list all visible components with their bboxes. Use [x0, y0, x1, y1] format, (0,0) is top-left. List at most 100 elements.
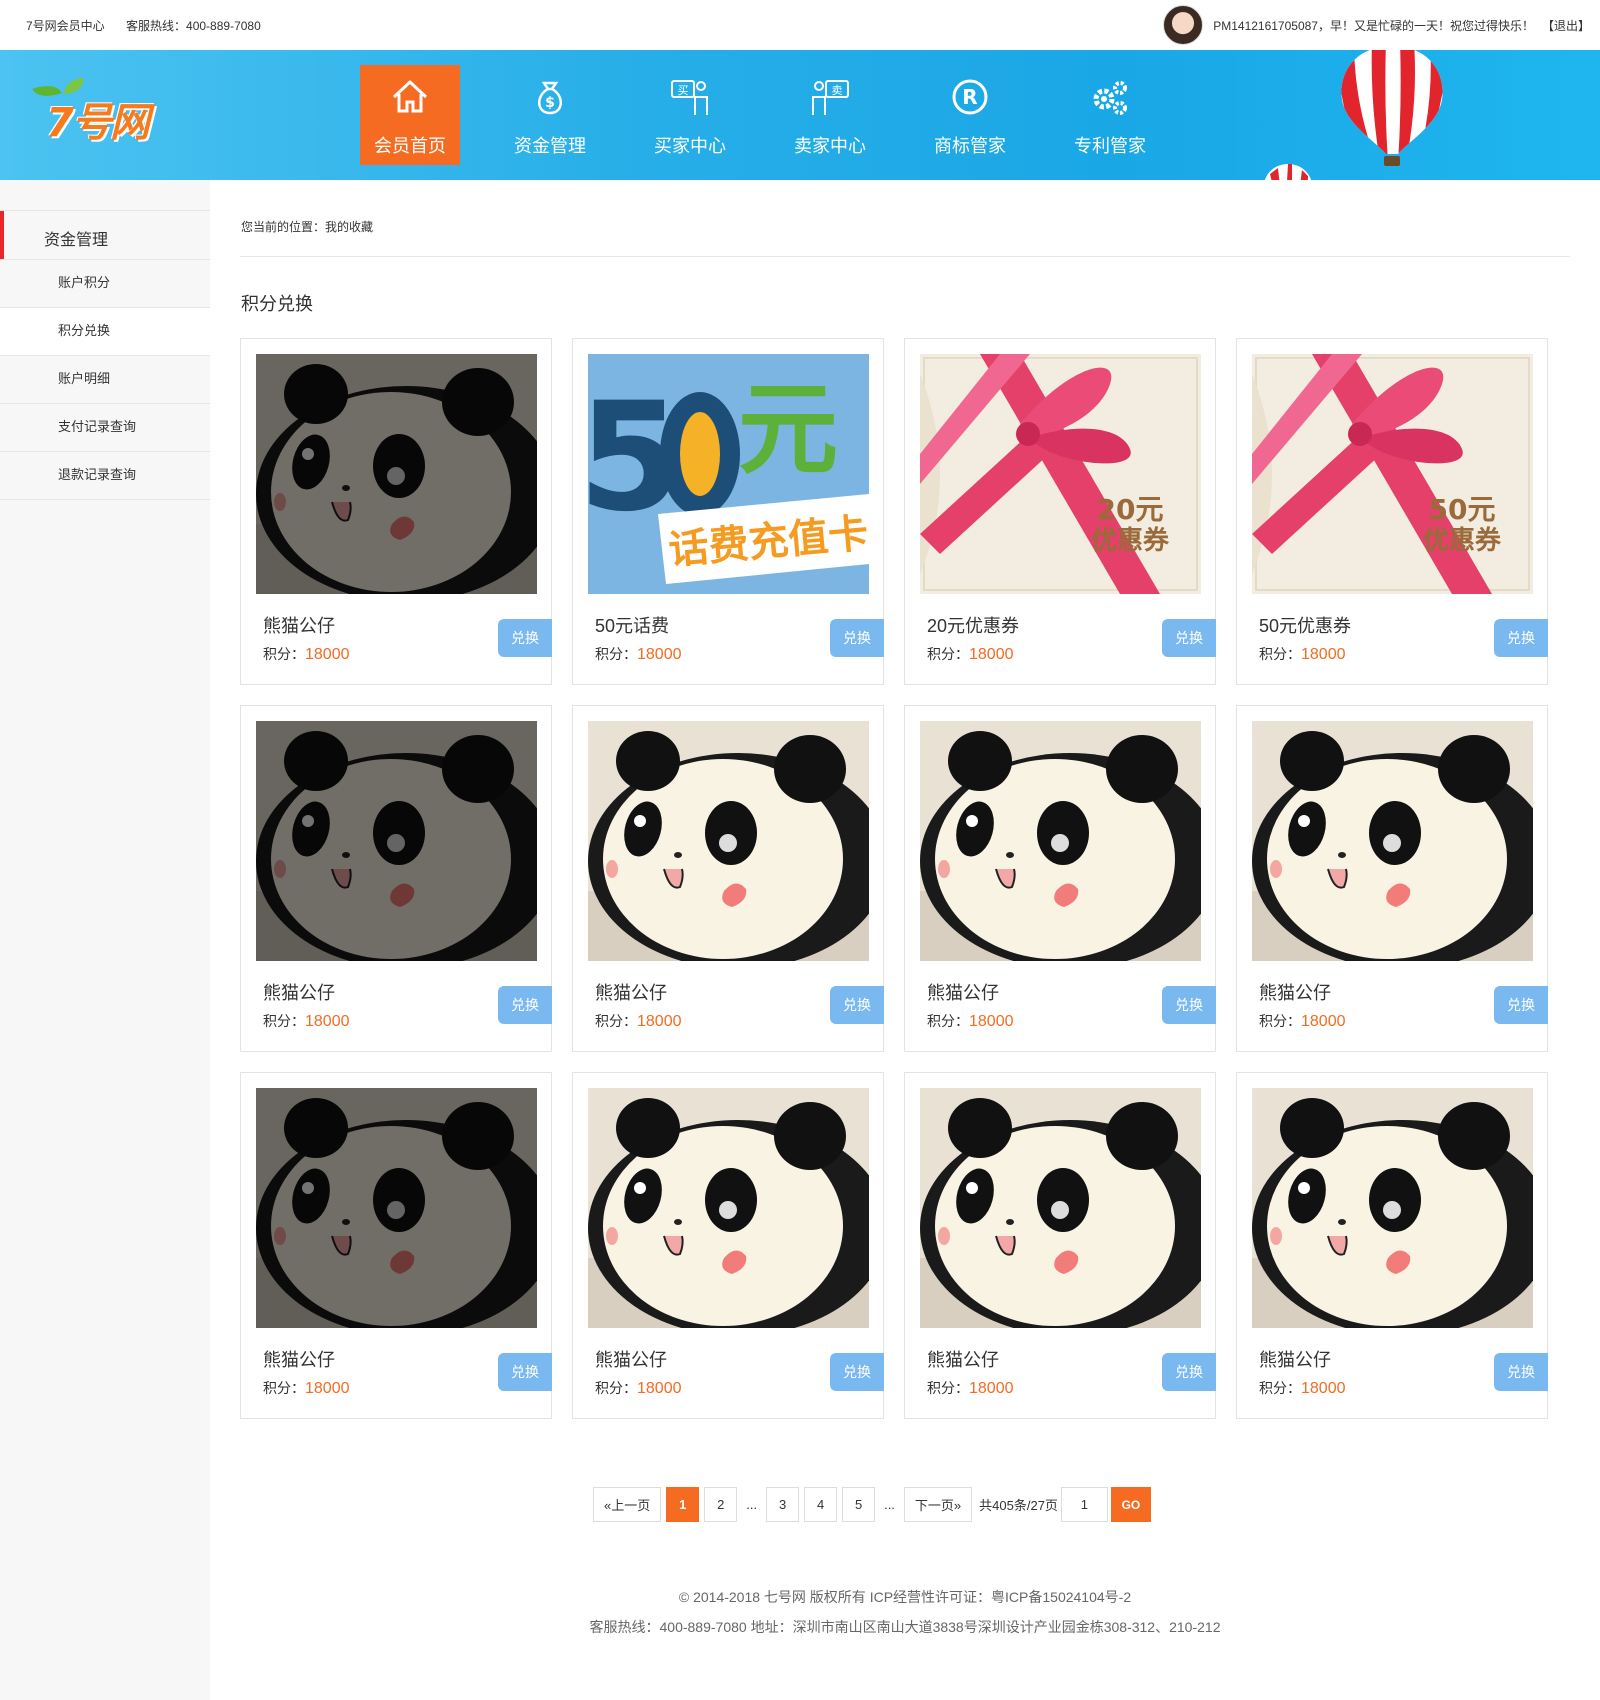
nav-item-label: 卖家中心: [794, 136, 866, 156]
exchange-button[interactable]: 兑换: [498, 986, 552, 1024]
product-image[interactable]: [256, 354, 537, 594]
product-card[interactable]: 熊猫公仔 积分：18000 兑换: [240, 338, 552, 685]
product-image[interactable]: [1252, 721, 1533, 961]
product-image[interactable]: [1252, 1088, 1533, 1328]
product-card[interactable]: 熊猫公仔积分：18000 兑换: [904, 1072, 1216, 1419]
exchange-button[interactable]: 兑换: [830, 986, 884, 1024]
product-name[interactable]: 熊猫公仔: [927, 1346, 999, 1372]
product-image[interactable]: [256, 1088, 537, 1328]
product-image[interactable]: [588, 721, 869, 961]
footer-contact: 客服热线：400-889-7080 地址：深圳市南山区南山大道3838号深圳设计…: [589, 1619, 1221, 1635]
product-image[interactable]: [920, 721, 1201, 961]
exchange-button[interactable]: 兑换: [1494, 619, 1548, 657]
product-points: 积分：18000: [927, 644, 1014, 664]
exchange-button[interactable]: 兑换: [830, 1353, 884, 1391]
page-button-5[interactable]: 5: [842, 1487, 876, 1522]
header-banner: 7号网 会员首页 $ 资金管理买买家中心卖卖家中心 R 商标管家 专利管家: [0, 50, 1600, 180]
footer-copyright: © 2014-2018 七号网 版权所有 ICP经营性许可证：粤ICP备1502…: [678, 1589, 1132, 1605]
nav-item-5[interactable]: R 商标管家: [920, 65, 1020, 165]
nav-item-4[interactable]: 卖卖家中心: [780, 65, 880, 165]
points-value: 18000: [969, 1013, 1014, 1030]
seller-icon: 卖: [810, 77, 850, 117]
product-name[interactable]: 熊猫公仔: [263, 612, 335, 638]
product-card[interactable]: 50元 优惠券 50元优惠券 积分：18000 兑换: [1236, 338, 1548, 685]
site-logo[interactable]: 7号网: [28, 78, 188, 148]
points-label: 积分：: [1259, 1380, 1301, 1396]
page-button-4[interactable]: 4: [804, 1487, 838, 1522]
product-card[interactable]: 20元 优惠券 20元优惠券积分：18000 兑换: [904, 338, 1216, 685]
go-button[interactable]: GO: [1110, 1487, 1151, 1522]
exchange-button[interactable]: 兑换: [498, 1353, 552, 1391]
product-image[interactable]: 5 元话费充值卡: [588, 354, 869, 594]
nav-item-1[interactable]: 会员首页: [360, 65, 460, 165]
points-value: 18000: [637, 1013, 682, 1030]
page-button-1[interactable]: 1: [666, 1487, 700, 1522]
page-button-2[interactable]: 2: [704, 1487, 738, 1522]
page-jump-input[interactable]: [1060, 1487, 1108, 1522]
product-card[interactable]: 熊猫公仔 积分：18000 兑换: [240, 1072, 552, 1419]
buyer-icon: 买: [670, 77, 710, 117]
product-image[interactable]: 20元 优惠券: [920, 354, 1201, 594]
page-button-3[interactable]: 3: [766, 1487, 800, 1522]
exchange-button[interactable]: 兑换: [1494, 1353, 1548, 1391]
product-name[interactable]: 熊猫公仔: [1259, 1346, 1331, 1372]
sidebar-item[interactable]: 账户积分: [0, 260, 210, 308]
product-name[interactable]: 20元优惠券: [927, 612, 1019, 638]
product-name[interactable]: 50元优惠券: [1259, 612, 1351, 638]
money-bag-icon: $: [530, 77, 570, 117]
product-name[interactable]: 熊猫公仔: [927, 979, 999, 1005]
product-card[interactable]: 熊猫公仔 积分：18000 兑换: [904, 705, 1216, 1052]
avatar[interactable]: [1163, 5, 1204, 45]
exchange-button[interactable]: 兑换: [498, 619, 552, 657]
nav-item-2[interactable]: $ 资金管理: [500, 65, 600, 165]
product-name[interactable]: 50元话费: [595, 612, 669, 638]
exchange-button[interactable]: 兑换: [1494, 986, 1548, 1024]
nav-item-3[interactable]: 买买家中心: [640, 65, 740, 165]
points-label: 积分：: [595, 646, 637, 662]
nav-item-label: 资金管理: [514, 136, 586, 156]
greeting-text: PM1412161705087，早！又是忙碌的一天！祝您过得快乐！: [1213, 18, 1534, 33]
sidebar-item[interactable]: 支付记录查询: [0, 404, 210, 452]
logout-link[interactable]: 【退出】: [1542, 17, 1590, 34]
product-card[interactable]: 熊猫公仔 积分：18000 兑换: [240, 705, 552, 1052]
sidebar-item[interactable]: 积分兑换: [0, 308, 210, 356]
prev-page-button[interactable]: «上一页: [593, 1487, 662, 1522]
top-bar: 7号网会员中心 客服热线：400-889-7080 PM141216170508…: [0, 0, 1600, 50]
product-card[interactable]: 5 元话费充值卡 50元话费积分：18000 兑换: [572, 338, 884, 685]
top-bar-left: 7号网会员中心 客服热线：400-889-7080: [26, 17, 279, 34]
exchange-button[interactable]: 兑换: [1162, 1353, 1216, 1391]
sidebar-heading[interactable]: 资金管理: [0, 210, 210, 260]
next-page-button[interactable]: 下一页»: [903, 1487, 973, 1522]
exchange-button[interactable]: 兑换: [1162, 986, 1216, 1024]
balloon-small-decoration: [1264, 164, 1312, 180]
product-points: 积分：18000: [927, 1378, 1014, 1398]
product-card[interactable]: 熊猫公仔 积分：18000 兑换: [1236, 1072, 1548, 1419]
exchange-button[interactable]: 兑换: [830, 619, 884, 657]
product-name[interactable]: 熊猫公仔: [263, 1346, 335, 1372]
svg-text:优惠券: 优惠券: [1091, 526, 1170, 556]
product-image[interactable]: 50元 优惠券: [1252, 354, 1533, 594]
product-name[interactable]: 熊猫公仔: [595, 1346, 667, 1372]
nav-item-6[interactable]: 专利管家: [1060, 65, 1160, 165]
points-label: 积分：: [1259, 1013, 1301, 1029]
product-name[interactable]: 熊猫公仔: [1259, 979, 1331, 1005]
product-image[interactable]: [256, 721, 537, 961]
product-card[interactable]: 熊猫公仔积分：18000 兑换: [572, 1072, 884, 1419]
gears-icon: [1090, 77, 1130, 117]
product-image[interactable]: [588, 1088, 869, 1328]
product-card[interactable]: 熊猫公仔 积分：18000 兑换: [572, 705, 884, 1052]
product-card[interactable]: 熊猫公仔 积分：18000 兑换: [1236, 705, 1548, 1052]
product-image[interactable]: [920, 1088, 1201, 1328]
registered-icon: R: [950, 77, 990, 117]
image-overlay: [256, 1088, 537, 1328]
product-name[interactable]: 熊猫公仔: [263, 979, 335, 1005]
points-value: 18000: [305, 646, 350, 663]
points-value: 18000: [1301, 646, 1346, 663]
exchange-button[interactable]: 兑换: [1162, 619, 1216, 657]
product-points: 积分：18000: [595, 1378, 682, 1398]
points-value: 18000: [637, 646, 682, 663]
sidebar-item[interactable]: 账户明细: [0, 356, 210, 404]
nav-item-label: 买家中心: [654, 136, 726, 156]
product-name[interactable]: 熊猫公仔: [595, 979, 667, 1005]
sidebar-item[interactable]: 退款记录查询: [0, 452, 210, 500]
